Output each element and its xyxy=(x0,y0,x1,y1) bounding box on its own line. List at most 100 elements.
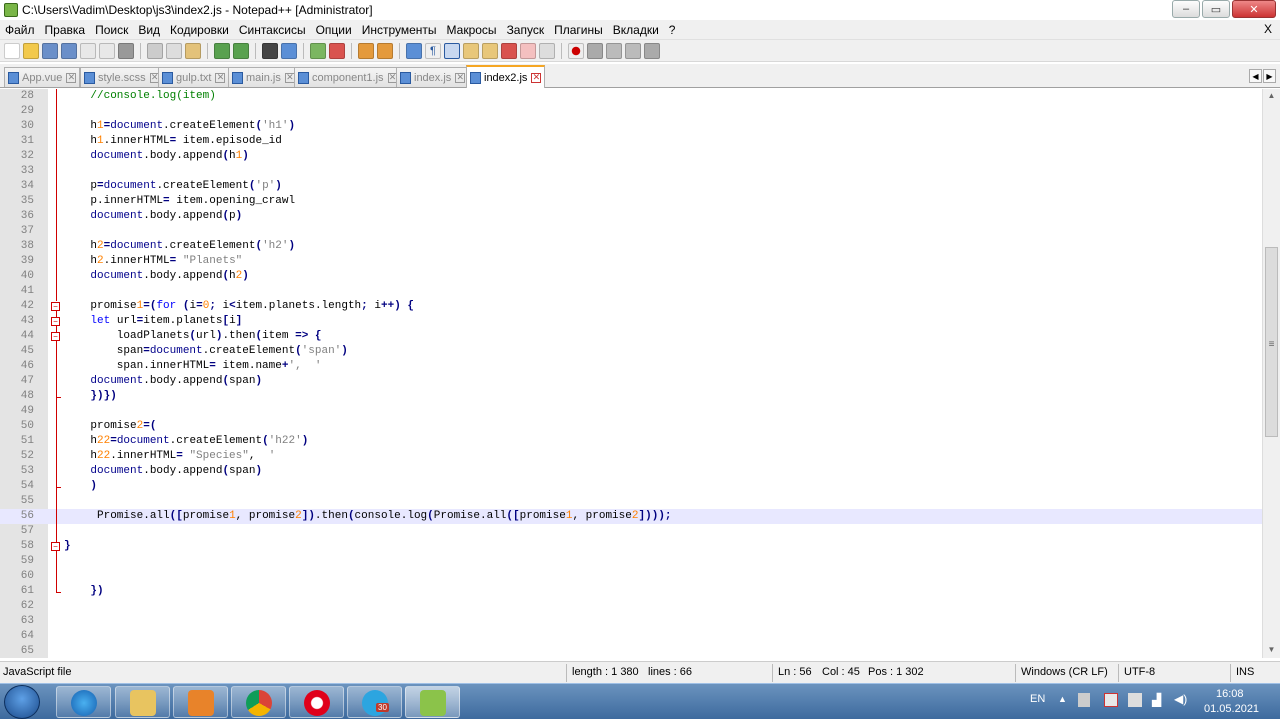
code-text[interactable]: h22.innerHTML= "Species", ' xyxy=(64,449,275,464)
close-file-icon[interactable] xyxy=(80,42,96,59)
cut-icon[interactable] xyxy=(147,42,163,59)
find-icon[interactable] xyxy=(262,42,278,59)
code-line[interactable]: 60 xyxy=(0,569,1262,584)
code-text[interactable]: h1=document.createElement('h1') xyxy=(64,119,295,134)
file-tab[interactable]: App.vue ✕ xyxy=(4,67,81,87)
sync-horizontal-icon[interactable] xyxy=(377,42,393,59)
replace-icon[interactable] xyxy=(281,42,297,59)
code-line[interactable]: 42 promise1=(for (i=0; i<item.planets.le… xyxy=(0,299,1262,314)
notepadpp-taskbar-button[interactable] xyxy=(405,686,460,718)
start-button[interactable] xyxy=(4,685,40,719)
save-all-icon[interactable] xyxy=(61,42,77,59)
code-text[interactable]: } xyxy=(64,539,71,554)
play-macro-icon[interactable] xyxy=(606,42,622,59)
code-line[interactable]: 52 h22.innerHTML= "Species", ' xyxy=(0,449,1262,464)
fold-toggle-icon[interactable]: − xyxy=(51,542,60,551)
menu-item[interactable]: Вкладки xyxy=(608,23,664,37)
fold-toggle-icon[interactable]: − xyxy=(51,332,60,341)
action-center-icon[interactable] xyxy=(1104,693,1118,707)
code-text[interactable]: h2=document.createElement('h2') xyxy=(64,239,295,254)
ie-taskbar-button[interactable] xyxy=(56,686,111,718)
copy-icon[interactable] xyxy=(166,42,182,59)
code-line[interactable]: 54 ) xyxy=(0,479,1262,494)
save-icon[interactable] xyxy=(42,42,58,59)
file-tab[interactable]: component1.js ✕ xyxy=(294,67,402,87)
code-text[interactable]: span=document.createElement('span') xyxy=(64,344,348,359)
status-eol[interactable]: Windows (CR LF) xyxy=(1021,666,1108,678)
menu-item[interactable]: Вид xyxy=(133,23,165,37)
code-line[interactable]: 65 xyxy=(0,644,1262,658)
new-file-icon[interactable] xyxy=(4,42,20,59)
code-line[interactable]: 47 document.body.append(span) xyxy=(0,374,1262,389)
code-line[interactable]: 28 //console.log(item) xyxy=(0,89,1262,104)
word-wrap-icon[interactable] xyxy=(406,42,422,59)
chrome-taskbar-button[interactable] xyxy=(231,686,286,718)
record-macro-icon[interactable] xyxy=(568,42,584,59)
code-text[interactable]: span.innerHTML= item.name+', ' xyxy=(64,359,322,374)
code-text[interactable]: })}) xyxy=(64,389,116,404)
close-button[interactable]: ✕ xyxy=(1232,0,1276,18)
code-line[interactable]: 57 xyxy=(0,524,1262,539)
file-tab[interactable]: style.scss ✕ xyxy=(80,67,164,87)
undo-icon[interactable] xyxy=(214,42,230,59)
close-all-icon[interactable] xyxy=(99,42,115,59)
vertical-scrollbar[interactable]: ▲ ≡ ▼ xyxy=(1262,89,1280,658)
tab-close-icon[interactable]: ✕ xyxy=(215,72,226,83)
code-text[interactable]: document.body.append(span) xyxy=(64,464,262,479)
folder-as-workspace-icon[interactable] xyxy=(520,42,536,59)
code-line[interactable]: 29 xyxy=(0,104,1262,119)
language-indicator[interactable]: EN xyxy=(1030,693,1045,705)
code-line[interactable]: 59 xyxy=(0,554,1262,569)
code-line[interactable]: 41 xyxy=(0,284,1262,299)
code-line[interactable]: 46 span.innerHTML= item.name+', ' xyxy=(0,359,1262,374)
code-line[interactable]: 33 xyxy=(0,164,1262,179)
monitoring-icon[interactable] xyxy=(539,42,555,59)
opera-taskbar-button[interactable] xyxy=(289,686,344,718)
menu-close-doc-button[interactable]: X xyxy=(1264,22,1272,36)
scroll-up-icon[interactable]: ▲ xyxy=(1266,91,1277,102)
code-line[interactable]: 35 p.innerHTML= item.opening_crawl xyxy=(0,194,1262,209)
code-text[interactable]: document.body.append(h2) xyxy=(64,269,248,284)
code-line[interactable]: 49 xyxy=(0,404,1262,419)
udl-icon[interactable] xyxy=(463,42,479,59)
status-insert-mode[interactable]: INS xyxy=(1236,666,1254,678)
code-line[interactable]: 30 h1=document.createElement('h1') xyxy=(0,119,1262,134)
paste-icon[interactable] xyxy=(185,42,201,59)
menu-item[interactable]: Опции xyxy=(311,23,357,37)
fold-toggle-icon[interactable]: − xyxy=(51,317,60,326)
code-line[interactable]: 45 span=document.createElement('span') xyxy=(0,344,1262,359)
volume-icon[interactable]: ◀) xyxy=(1174,692,1187,706)
menu-item[interactable]: Запуск xyxy=(502,23,550,37)
tray-app-icon[interactable] xyxy=(1078,693,1090,707)
code-text[interactable]: }) xyxy=(64,584,103,599)
open-file-icon[interactable] xyxy=(23,42,39,59)
stop-macro-icon[interactable] xyxy=(587,42,603,59)
file-tab[interactable]: main.js ✕ xyxy=(228,67,299,87)
tab-close-icon[interactable]: ✕ xyxy=(531,72,542,83)
menu-item[interactable]: Кодировки xyxy=(165,23,234,37)
code-line[interactable]: 31 h1.innerHTML= item.episode_id xyxy=(0,134,1262,149)
code-line[interactable]: 37 xyxy=(0,224,1262,239)
code-line[interactable]: 39 h2.innerHTML= "Planets" xyxy=(0,254,1262,269)
network-icon[interactable]: ▟ xyxy=(1152,693,1161,707)
code-line[interactable]: 32 document.body.append(h1) xyxy=(0,149,1262,164)
tab-close-icon[interactable]: ✕ xyxy=(66,72,77,83)
clock-date[interactable]: 01.05.2021 xyxy=(1204,703,1259,715)
code-line[interactable]: 55 xyxy=(0,494,1262,509)
play-macro-multiple-icon[interactable] xyxy=(625,42,641,59)
tab-scroll-right-icon[interactable]: ▶ xyxy=(1263,69,1276,83)
code-text[interactable]: h22=document.createElement('h22') xyxy=(64,434,308,449)
code-text[interactable]: h2.innerHTML= "Planets" xyxy=(64,254,242,269)
code-text[interactable]: document.body.append(h1) xyxy=(64,149,248,164)
code-line[interactable]: 61 }) xyxy=(0,584,1262,599)
file-tab[interactable]: index.js ✕ xyxy=(396,67,470,87)
code-line[interactable]: 50 promise2=( xyxy=(0,419,1262,434)
show-hidden-icons-icon[interactable]: ▲ xyxy=(1058,694,1067,704)
code-line[interactable]: 34 p=document.createElement('p') xyxy=(0,179,1262,194)
code-text[interactable]: Promise.all([promise1, promise2]).then(c… xyxy=(64,509,672,524)
print-icon[interactable] xyxy=(118,42,134,59)
tab-scroll-left-icon[interactable]: ◀ xyxy=(1249,69,1262,83)
zoom-in-icon[interactable] xyxy=(310,42,326,59)
code-line[interactable]: 48 })}) xyxy=(0,389,1262,404)
code-text[interactable]: promise2=( xyxy=(64,419,156,434)
